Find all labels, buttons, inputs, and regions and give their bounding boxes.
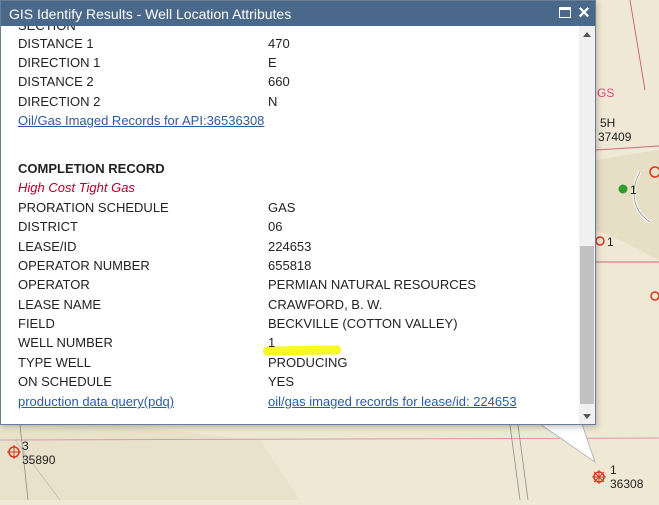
attribute-value: CRAWFORD, B. W. <box>268 297 383 312</box>
vertical-scrollbar[interactable] <box>579 26 595 424</box>
attribute-label: DISTANCE 2 <box>18 74 94 89</box>
attribute-label: PRORATION SCHEDULE <box>18 200 169 215</box>
map-label-api-number: 35890 <box>22 453 56 467</box>
attribute-value: 660 <box>268 74 290 89</box>
attribute-label: TYPE WELL <box>18 355 91 370</box>
map-label-api-number: 36308 <box>610 477 644 491</box>
identify-results-popup: GIS Identify Results - Well Location Att… <box>0 0 596 425</box>
attribute-value: 1 <box>268 335 276 350</box>
popup-pointer <box>540 424 596 464</box>
lease-imaged-records-link[interactable]: oil/gas imaged records for lease/id: 224… <box>268 394 517 410</box>
popup-title: GIS Identify Results - Well Location Att… <box>9 6 292 22</box>
scroll-up-arrow-icon[interactable] <box>579 26 595 42</box>
attribute-label: DISTRICT <box>18 219 78 234</box>
attribute-label: DIRECTION 2 <box>18 94 101 109</box>
map-label-gs: GS <box>597 86 615 100</box>
attribute-value: 470 <box>268 36 290 51</box>
green-well-icon[interactable] <box>618 184 628 194</box>
scroll-down-arrow-icon[interactable] <box>579 408 595 424</box>
attribute-label: OPERATOR <box>18 277 90 292</box>
attribute-label: ON SCHEDULE <box>18 374 112 389</box>
popup-titlebar[interactable]: GIS Identify Results - Well Location Att… <box>1 1 595 26</box>
map-label-well-number: 1 <box>610 463 617 477</box>
attribute-value: PERMIAN NATURAL RESOURCES <box>268 277 477 292</box>
attribute-label: LEASE NAME <box>18 297 102 312</box>
section-subtitle: High Cost Tight Gas <box>18 180 135 195</box>
attribute-value: 224653 <box>268 239 312 254</box>
attribute-value: N <box>268 94 278 109</box>
imaged-records-link[interactable]: Oil/Gas Imaged Records for API:36536308 <box>18 113 264 129</box>
attribute-value: E <box>268 55 277 70</box>
attribute-label: FIELD <box>18 316 55 331</box>
map-label-green-well-number: 1 <box>630 183 637 197</box>
attribute-value: GAS <box>268 200 296 215</box>
attribute-value: 655818 <box>268 258 312 273</box>
attribute-label: LEASE/ID <box>18 239 77 254</box>
selected-gas-well-icon[interactable] <box>592 470 606 484</box>
scrollbar-thumb[interactable] <box>580 246 594 404</box>
attribute-value: 06 <box>268 219 283 234</box>
attribute-label: SECTION <box>18 26 76 34</box>
attribute-label: DISTANCE 1 <box>18 36 94 51</box>
attribute-label: OPERATOR NUMBER <box>18 258 150 273</box>
popup-content[interactable]: SECTION DISTANCE 1 470 DIRECTION 1 E DIS… <box>1 26 579 424</box>
attribute-value: BECKVILLE (COTTON VALLEY) <box>268 316 458 331</box>
map-label-well-number: 1 <box>607 235 614 249</box>
maximize-icon[interactable] <box>559 7 571 18</box>
attribute-label: WELL NUMBER <box>18 335 113 350</box>
close-icon[interactable]: × <box>576 3 592 23</box>
attribute-value: YES <box>268 374 295 389</box>
production-data-query-link[interactable]: production data query(pdq) <box>18 394 174 410</box>
map-label-37409: 37409 <box>598 130 632 144</box>
attribute-value: PRODUCING <box>268 355 348 370</box>
map-label-well-number: 3 <box>22 439 29 453</box>
map-label-5h: 5H <box>600 116 616 130</box>
attribute-label: DIRECTION 1 <box>18 55 101 70</box>
section-heading: COMPLETION RECORD <box>18 161 165 176</box>
